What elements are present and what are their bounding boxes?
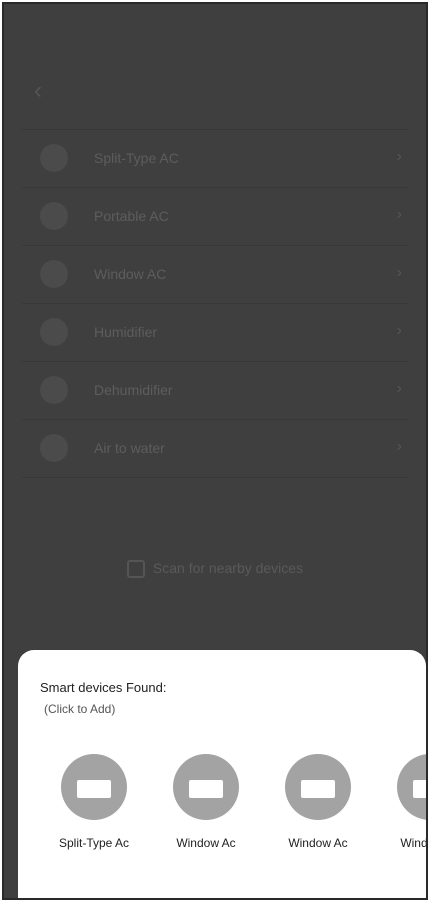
device-type-icon bbox=[40, 260, 68, 288]
chevron-right-icon: › bbox=[396, 380, 402, 397]
scan-icon bbox=[126, 560, 145, 579]
ac-unit-icon bbox=[413, 780, 426, 798]
list-item-label: Portable AC bbox=[94, 208, 169, 224]
device-type-icon bbox=[40, 376, 68, 404]
list-item-label: Dehumidifier bbox=[94, 382, 173, 398]
device-type-icon bbox=[40, 202, 68, 230]
list-item[interactable]: Dehumidifier › bbox=[22, 362, 408, 420]
device-item[interactable]: Window Ac bbox=[156, 754, 256, 864]
chevron-right-icon: › bbox=[396, 322, 402, 339]
ac-unit-icon bbox=[301, 780, 335, 798]
device-label: Window Ac bbox=[288, 836, 348, 850]
device-type-icon bbox=[40, 434, 68, 462]
device-type-icon bbox=[40, 318, 68, 346]
device-item[interactable]: Window Ac bbox=[380, 754, 428, 864]
list-item-label: Split-Type AC bbox=[94, 150, 179, 166]
scan-button-label: Scan for nearby devices bbox=[152, 560, 304, 576]
chevron-right-icon: › bbox=[396, 264, 402, 281]
list-item-label: Window AC bbox=[94, 266, 167, 282]
sheet-title: Smart devices Found: bbox=[40, 680, 167, 695]
ac-unit-icon bbox=[189, 780, 223, 798]
device-item[interactable]: Window Ac bbox=[268, 754, 368, 864]
device-label: Window Ac bbox=[176, 836, 236, 850]
device-label: Split-Type Ac bbox=[58, 836, 130, 850]
device-type-icon bbox=[40, 144, 68, 172]
list-item[interactable]: Portable AC › bbox=[22, 188, 408, 246]
chevron-right-icon: › bbox=[396, 148, 402, 165]
phone-frame: ‹ Split-Type AC › Portable AC › Window A… bbox=[2, 2, 428, 900]
status-bar bbox=[4, 4, 426, 44]
device-type-list: Split-Type AC › Portable AC › Window AC … bbox=[22, 129, 408, 478]
device-carousel[interactable]: Split-Type Ac Window Ac Window Ac Window… bbox=[18, 754, 426, 874]
scan-button[interactable]: Scan for nearby devices bbox=[4, 560, 426, 579]
list-item[interactable]: Window AC › bbox=[22, 246, 408, 304]
page-header: ‹ bbox=[4, 59, 426, 119]
back-arrow-icon[interactable]: ‹ bbox=[34, 77, 42, 105]
ac-unit-icon bbox=[77, 780, 111, 798]
devices-found-sheet: Smart devices Found: (Click to Add) Spli… bbox=[18, 650, 426, 898]
sheet-hint: (Click to Add) bbox=[44, 702, 116, 716]
list-item-label: Air to water bbox=[94, 440, 165, 456]
chevron-right-icon: › bbox=[396, 206, 402, 223]
list-item[interactable]: Split-Type AC › bbox=[22, 129, 408, 188]
device-item[interactable]: Split-Type Ac bbox=[44, 754, 144, 864]
chevron-right-icon: › bbox=[396, 438, 402, 455]
list-item[interactable]: Air to water › bbox=[22, 420, 408, 478]
list-item[interactable]: Humidifier › bbox=[22, 304, 408, 362]
list-item-label: Humidifier bbox=[94, 324, 158, 340]
device-label: Window Ac bbox=[400, 836, 428, 850]
